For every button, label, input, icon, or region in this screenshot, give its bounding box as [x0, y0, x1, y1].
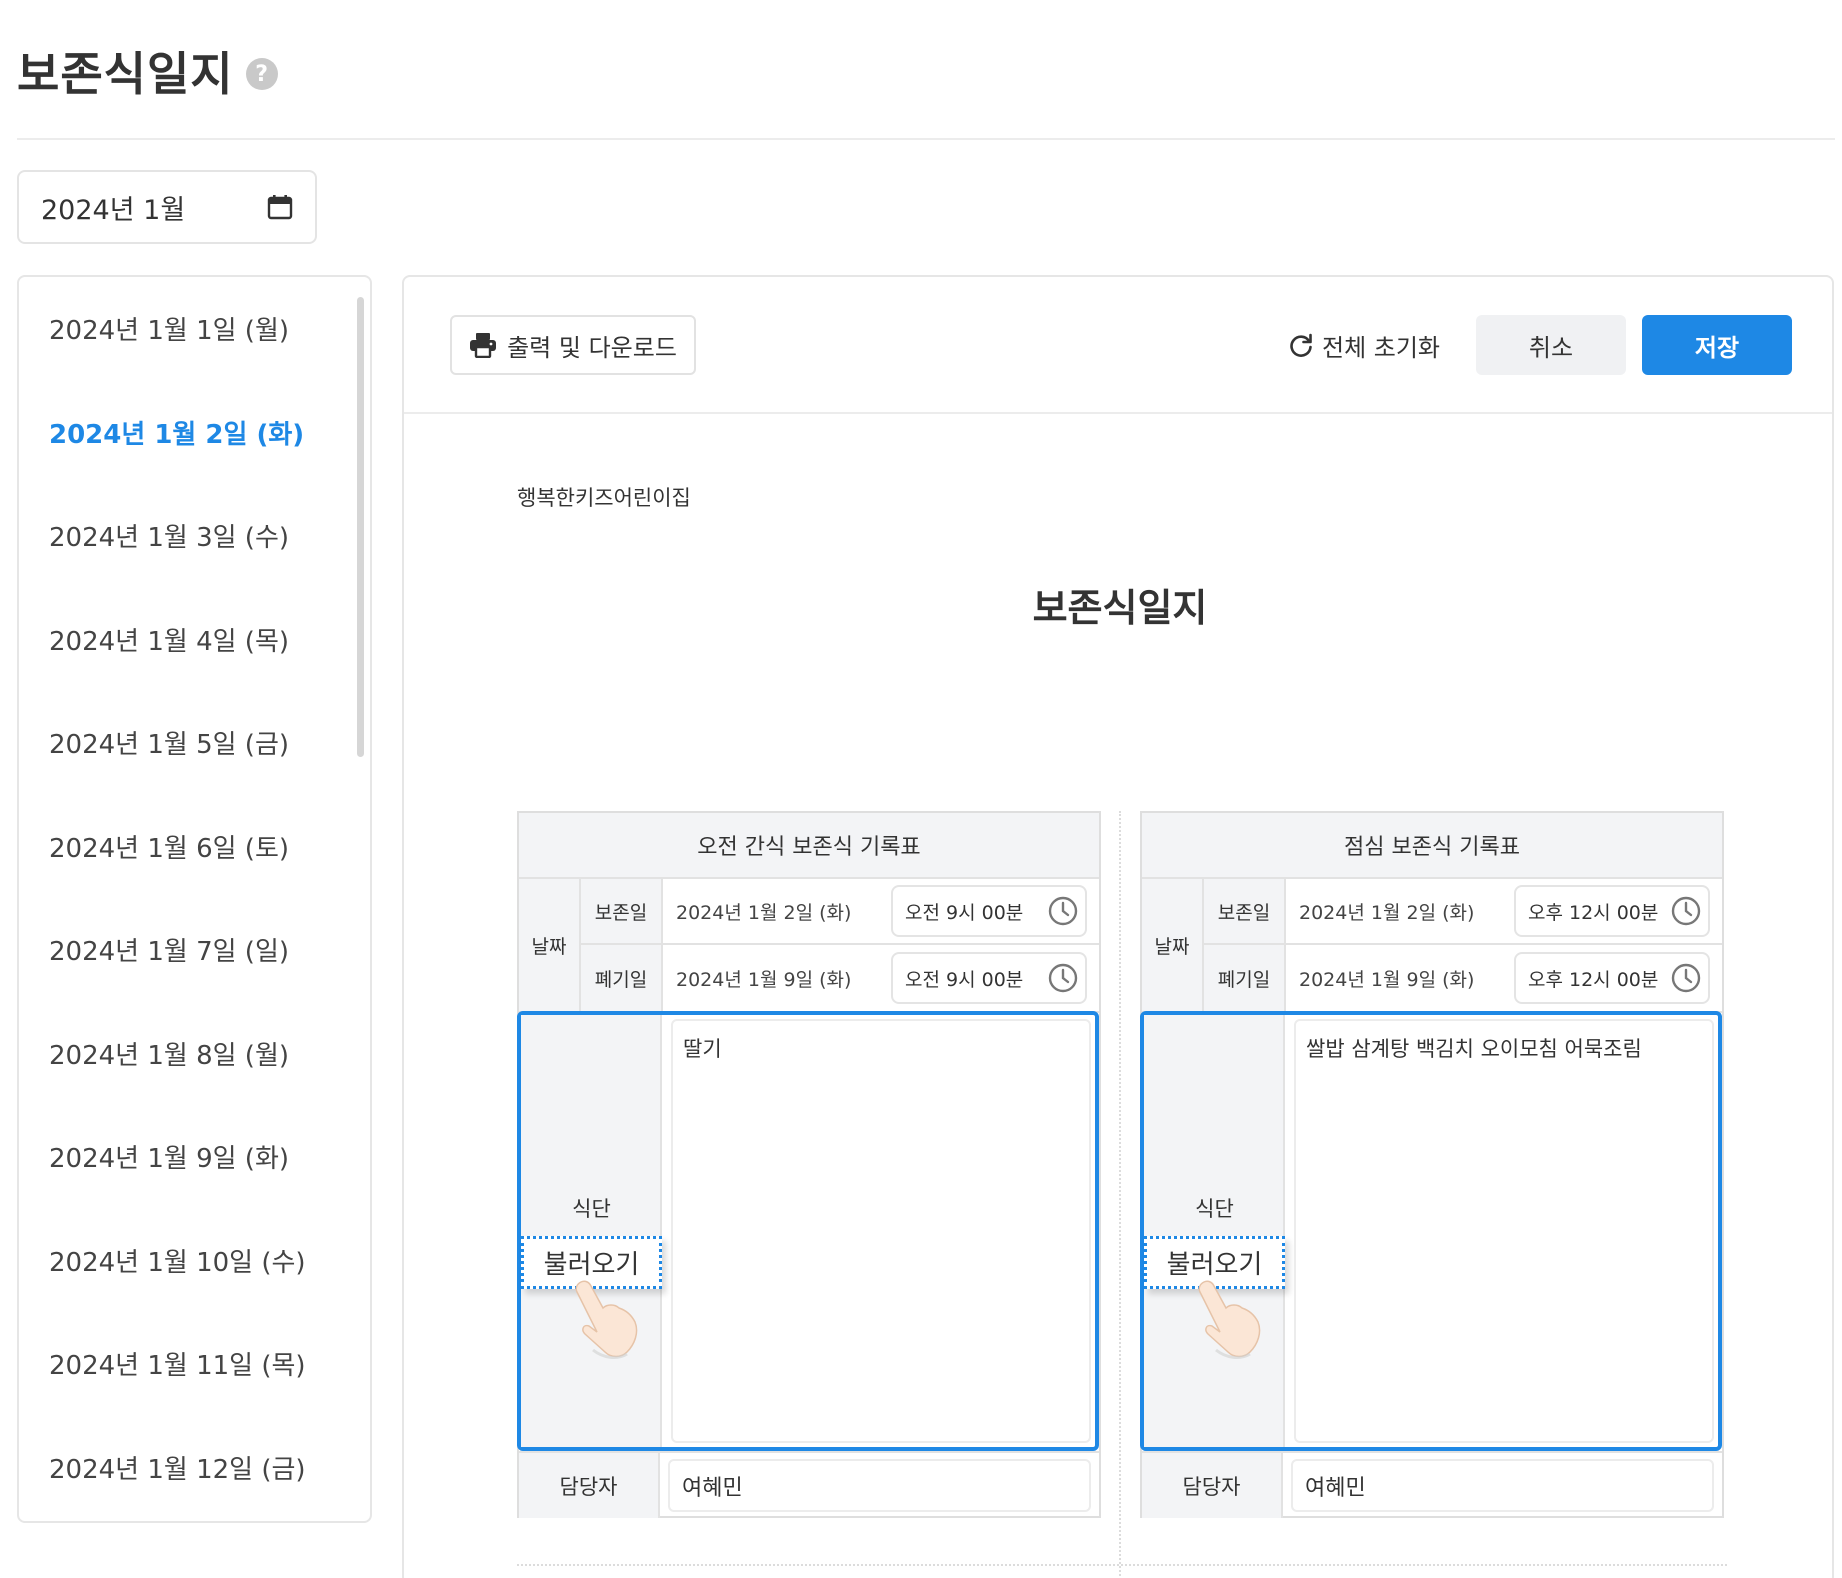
clock-icon — [1671, 896, 1701, 926]
date-list-item-selected[interactable]: 2024년 1월 2일 (화) — [19, 381, 370, 485]
calendar-icon — [267, 195, 293, 220]
menu-section-highlight: 식단 불러오기 쌀밥 삼계탕 백김치 오이모침 어묵조림 — [1140, 1011, 1722, 1451]
month-picker[interactable]: 2024년 1월 — [17, 170, 317, 244]
date-list: 2024년 1월 1일 (월) 2024년 1월 2일 (화) 2024년 1월… — [17, 275, 372, 1523]
pointing-hand-icon — [575, 1280, 638, 1359]
date-list-item[interactable]: 2024년 1월 11일 (목) — [19, 1312, 370, 1416]
date-list-item[interactable]: 2024년 1월 6일 (토) — [19, 795, 370, 899]
print-download-label: 출력 및 다운로드 — [507, 333, 677, 362]
keep-date-value: 2024년 1월 2일 (화) — [676, 901, 852, 924]
date-list-item[interactable]: 2024년 1월 5일 (금) — [19, 691, 370, 795]
date-list-item[interactable]: 2024년 1월 12일 (금) — [19, 1416, 370, 1520]
record-date-section: 날짜 보존일 2024년 1월 2일 (화) 오후 12시 00분 폐기일 20… — [1142, 879, 1722, 1013]
date-list-item[interactable]: 2024년 1월 8일 (월) — [19, 1002, 370, 1106]
keep-time-input[interactable]: 오전 9시 00분 — [891, 885, 1087, 937]
printer-icon — [470, 333, 497, 358]
keep-date-row: 보존일 2024년 1월 2일 (화) 오전 9시 00분 — [581, 879, 1099, 945]
clock-icon — [1671, 963, 1701, 993]
menu-textarea[interactable]: 쌀밥 삼계탕 백김치 오이모침 어묵조림 — [1294, 1019, 1714, 1443]
discard-date-value: 2024년 1월 9일 (화) — [676, 968, 852, 991]
clock-icon — [1048, 896, 1078, 926]
manager-row: 담당자 여혜민 — [519, 1451, 1099, 1518]
month-picker-value: 2024년 1월 — [41, 194, 186, 226]
keep-time-value: 오후 12시 00분 — [1528, 901, 1659, 924]
date-list-item[interactable]: 2024년 1월 9일 (화) — [19, 1105, 370, 1209]
page-header: 보존식일지 ? — [17, 38, 278, 104]
org-name: 행복한키즈어린이집 — [517, 486, 691, 510]
bottom-divider — [517, 1564, 1727, 1566]
manager-label: 담당자 — [519, 1453, 660, 1518]
date-list-item[interactable]: 2024년 1월 1일 (월) — [19, 277, 370, 381]
date-list-item[interactable]: 2024년 1월 7일 (일) — [19, 898, 370, 1002]
clock-icon — [1048, 963, 1078, 993]
record-header: 점심 보존식 기록표 — [1142, 813, 1722, 879]
menu-label: 식단 — [572, 1197, 611, 1221]
keep-date-row: 보존일 2024년 1월 2일 (화) 오후 12시 00분 — [1204, 879, 1722, 945]
discard-time-value: 오후 12시 00분 — [1528, 968, 1659, 991]
keep-date-value: 2024년 1월 2일 (화) — [1299, 901, 1475, 924]
cancel-button[interactable]: 취소 — [1476, 315, 1626, 375]
menu-label: 식단 — [1195, 1197, 1234, 1221]
help-icon[interactable]: ? — [245, 58, 278, 90]
discard-date-row: 폐기일 2024년 1월 9일 (화) 오후 12시 00분 — [1204, 945, 1722, 1011]
discard-time-input[interactable]: 오후 12시 00분 — [1514, 952, 1710, 1004]
manager-input[interactable]: 여혜민 — [1291, 1459, 1714, 1512]
date-list-item[interactable]: 2024년 1월 3일 (수) — [19, 484, 370, 588]
keep-time-input[interactable]: 오후 12시 00분 — [1514, 885, 1710, 937]
manager-input[interactable]: 여혜민 — [668, 1459, 1091, 1512]
record-header: 오전 간식 보존식 기록표 — [519, 813, 1099, 879]
keep-date-label: 보존일 — [1204, 879, 1286, 943]
discard-time-value: 오전 9시 00분 — [905, 968, 1024, 991]
refresh-icon — [1290, 333, 1312, 357]
menu-label-column — [1144, 1015, 1285, 1447]
pointing-hand-icon — [1198, 1280, 1261, 1359]
date-list-scrollbar[interactable] — [357, 297, 364, 757]
toolbar: 출력 및 다운로드 전체 초기화 취소 저장 — [404, 277, 1832, 414]
discard-time-input[interactable]: 오전 9시 00분 — [891, 952, 1087, 1004]
record-date-section: 날짜 보존일 2024년 1월 2일 (화) 오전 9시 00분 폐기일 202… — [519, 879, 1099, 1013]
reset-all-label: 전체 초기화 — [1321, 333, 1441, 362]
discard-date-label: 폐기일 — [581, 945, 663, 1011]
date-list-item[interactable]: 2024년 1월 4일 (목) — [19, 588, 370, 692]
date-label: 날짜 — [519, 879, 581, 1011]
center-divider — [1119, 811, 1121, 1578]
date-list-item[interactable]: 2024년 1월 10일 (수) — [19, 1209, 370, 1313]
keep-date-label: 보존일 — [581, 879, 663, 943]
keep-time-value: 오전 9시 00분 — [905, 901, 1024, 924]
manager-label: 담당자 — [1142, 1453, 1283, 1518]
title-divider — [17, 138, 1835, 140]
menu-section-highlight: 식단 불러오기 딸기 — [517, 1011, 1099, 1451]
discard-date-label: 폐기일 — [1204, 945, 1286, 1011]
main-panel: 출력 및 다운로드 전체 초기화 취소 저장 행복한키즈어린이집 보존식일지 오… — [402, 275, 1834, 1578]
menu-label-column — [521, 1015, 662, 1447]
morning-snack-record: 오전 간식 보존식 기록표 날짜 보존일 2024년 1월 2일 (화) 오전 … — [517, 811, 1101, 1518]
page-title: 보존식일지 — [17, 47, 234, 101]
discard-date-value: 2024년 1월 9일 (화) — [1299, 968, 1475, 991]
document-title: 보존식일지 — [1032, 586, 1208, 630]
reset-all-button[interactable]: 전체 초기화 — [1284, 315, 1444, 375]
print-download-button[interactable]: 출력 및 다운로드 — [450, 315, 696, 375]
save-button[interactable]: 저장 — [1642, 315, 1792, 375]
date-label: 날짜 — [1142, 879, 1204, 1011]
lunch-record: 점심 보존식 기록표 날짜 보존일 2024년 1월 2일 (화) 오후 12시… — [1140, 811, 1724, 1518]
manager-row: 담당자 여혜민 — [1142, 1451, 1722, 1518]
discard-date-row: 폐기일 2024년 1월 9일 (화) 오전 9시 00분 — [581, 945, 1099, 1011]
menu-textarea[interactable]: 딸기 — [671, 1019, 1091, 1443]
